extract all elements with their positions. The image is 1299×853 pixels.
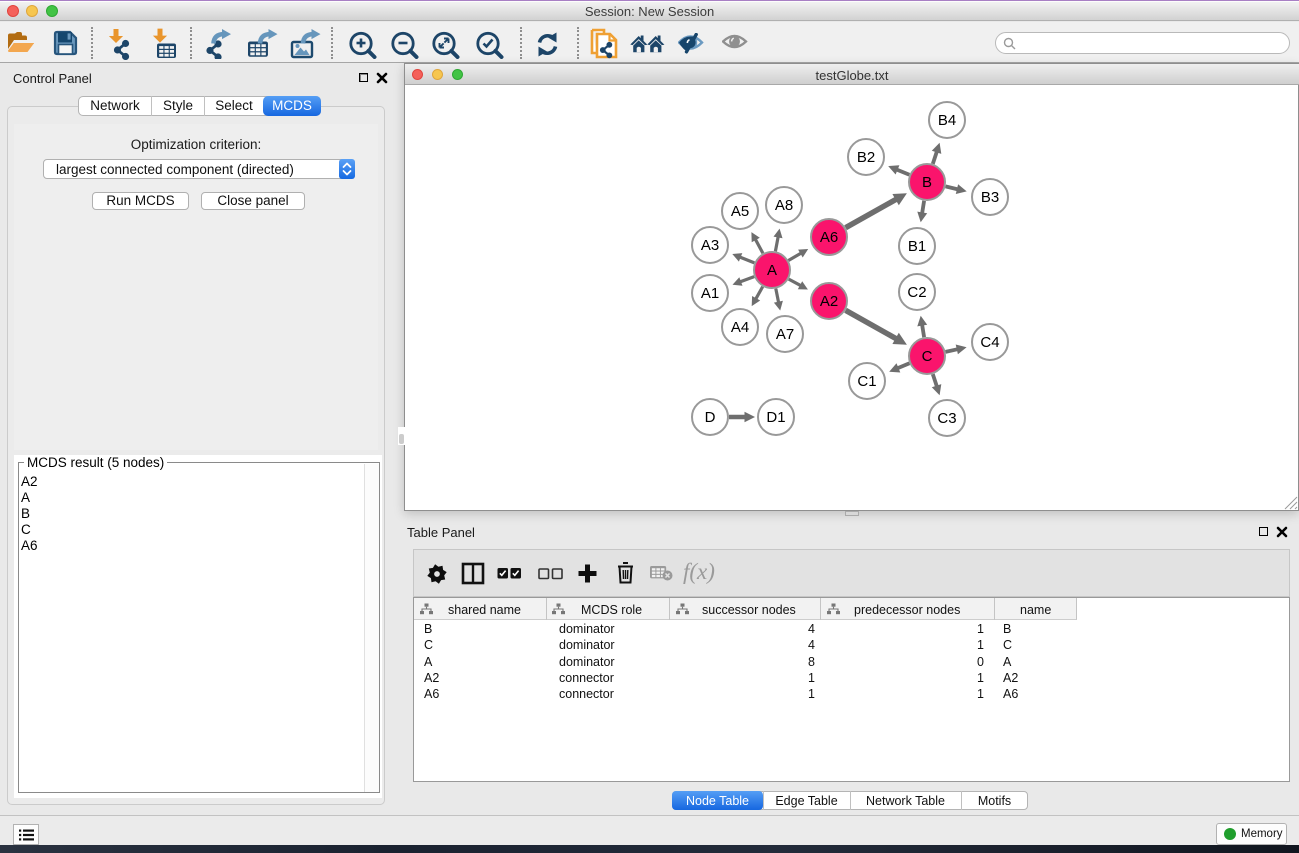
svg-text:C4: C4	[980, 334, 999, 351]
svg-text:C3: C3	[937, 410, 956, 427]
svg-text:A8: A8	[775, 197, 793, 214]
svg-text:B3: B3	[981, 189, 999, 206]
svg-text:A6: A6	[820, 229, 838, 246]
svg-text:B: B	[922, 174, 932, 191]
svg-text:A: A	[767, 262, 777, 279]
svg-text:B4: B4	[938, 112, 956, 129]
svg-text:A4: A4	[731, 319, 749, 336]
svg-text:C1: C1	[857, 373, 876, 390]
svg-text:A2: A2	[820, 293, 838, 310]
svg-text:D: D	[705, 409, 716, 426]
svg-text:A7: A7	[776, 326, 794, 343]
svg-text:B2: B2	[857, 149, 875, 166]
svg-text:A3: A3	[701, 237, 719, 254]
svg-text:A1: A1	[701, 285, 719, 302]
svg-text:D1: D1	[766, 409, 785, 426]
svg-text:C: C	[922, 348, 933, 365]
svg-text:A5: A5	[731, 203, 749, 220]
svg-text:C2: C2	[907, 284, 926, 301]
svg-text:B1: B1	[908, 238, 926, 255]
